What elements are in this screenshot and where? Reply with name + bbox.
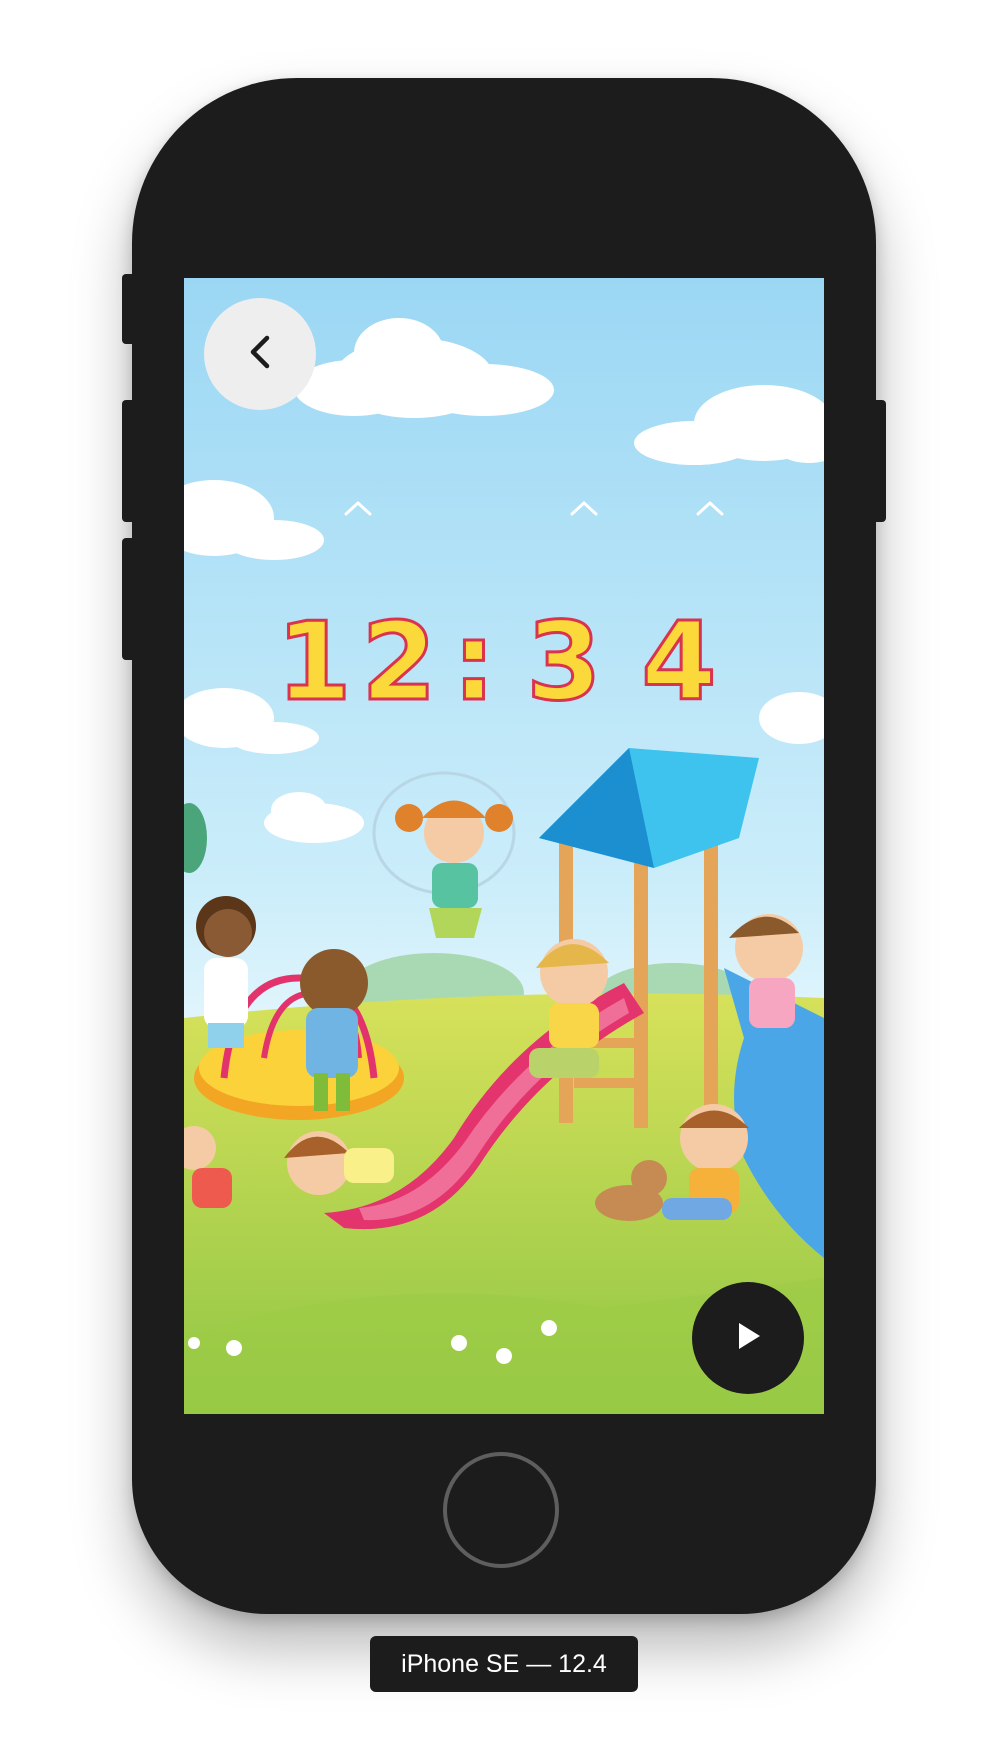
chevron-left-icon — [247, 335, 273, 374]
minute-tens-decrement-button[interactable] — [564, 722, 604, 750]
minute-ones-increment-button[interactable] — [690, 496, 730, 524]
playground-background — [184, 278, 824, 1414]
chevron-up-icon — [569, 499, 599, 522]
power-button — [872, 400, 886, 522]
chevron-down-icon — [569, 725, 599, 748]
hour-decrement-button[interactable] — [338, 722, 378, 750]
chevron-up-icon — [695, 499, 725, 522]
minute-tens-digit: 3 — [525, 600, 603, 725]
hour-tens-digit: 1 — [275, 600, 353, 725]
mute-switch — [122, 274, 136, 344]
minute-ones-decrement-button[interactable] — [690, 722, 730, 750]
app-screen: 1 2 : 3 4 — [184, 278, 824, 1414]
time-display: 1 2 : 3 4 — [184, 598, 824, 728]
hour-ones-digit: 2 — [360, 600, 438, 725]
device-label: iPhone SE — 12.4 — [370, 1636, 638, 1692]
chevron-up-icon — [343, 499, 373, 522]
chevron-down-icon — [695, 725, 725, 748]
chevron-down-icon — [343, 725, 373, 748]
back-button[interactable] — [204, 298, 316, 410]
time-separator: : — [451, 600, 497, 725]
volume-up-button — [122, 400, 136, 522]
play-button[interactable] — [692, 1282, 804, 1394]
minute-tens-increment-button[interactable] — [564, 496, 604, 524]
minute-ones-digit: 4 — [640, 600, 718, 725]
volume-down-button — [122, 538, 136, 660]
play-icon — [733, 1320, 763, 1357]
home-button[interactable] — [443, 1452, 559, 1568]
hour-increment-button[interactable] — [338, 496, 378, 524]
